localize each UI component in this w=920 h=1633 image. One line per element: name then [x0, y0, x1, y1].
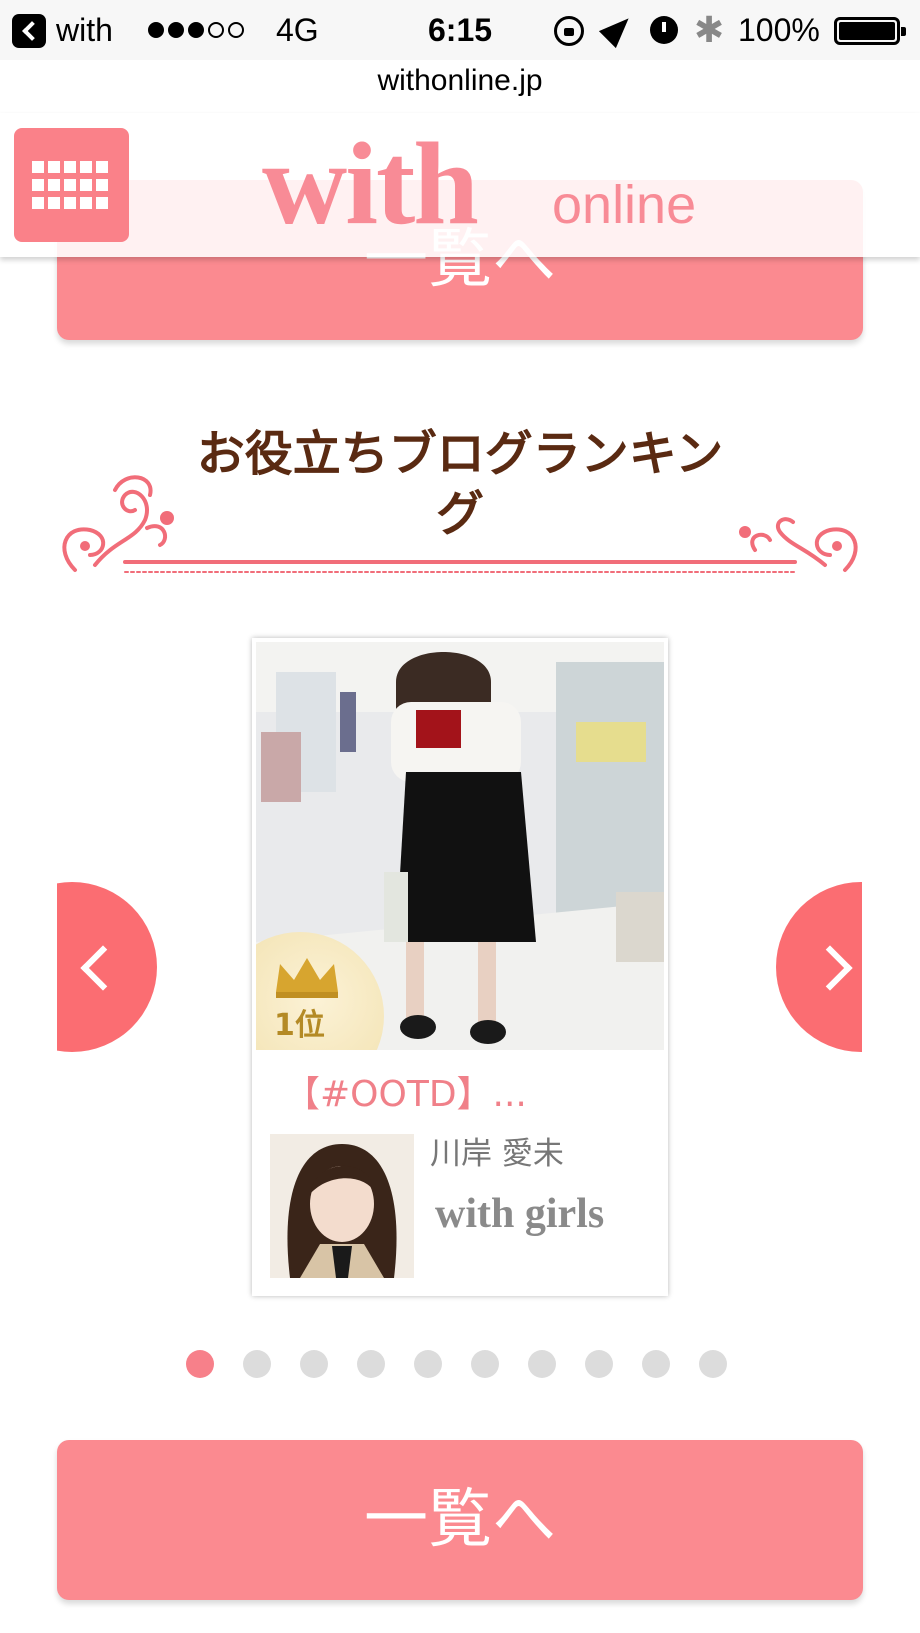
back-arrow-icon[interactable] [12, 14, 46, 48]
location-icon [598, 9, 638, 49]
carousel-pagination [186, 1350, 727, 1378]
blog-card[interactable]: 1位 【#OOTD】... 川岸 愛未 with girls [252, 638, 668, 1296]
carousel-next-button[interactable] [776, 882, 862, 1052]
rotation-lock-icon [554, 16, 584, 46]
page-dot[interactable] [186, 1350, 214, 1378]
carousel-prev-button[interactable] [57, 882, 157, 1052]
author-name[interactable]: 川岸 愛未 [430, 1134, 564, 1174]
page-dot[interactable] [585, 1350, 613, 1378]
author-avatar [270, 1134, 414, 1278]
author-brand: with girls [435, 1191, 605, 1237]
crown-icon [276, 958, 338, 998]
clock: 6:15 [428, 12, 493, 48]
page-dot[interactable] [642, 1350, 670, 1378]
site-header: with online [0, 113, 920, 257]
list-button-bottom[interactable]: 一覧へ [57, 1440, 863, 1600]
bluetooth-icon: ✱ [694, 9, 725, 50]
status-bar: with 4G 6:15 ✱ 100% [0, 0, 920, 60]
page-dot[interactable] [528, 1350, 556, 1378]
page-dot[interactable] [300, 1350, 328, 1378]
chevron-left-icon [80, 945, 126, 991]
signal-icon [148, 22, 244, 38]
author-avatar-image [270, 1134, 414, 1278]
battery-percent: 100% [738, 12, 820, 48]
network-label: 4G [276, 12, 319, 48]
back-app-label[interactable]: with [56, 10, 113, 50]
alarm-icon [650, 16, 678, 44]
address-bar-url[interactable]: withonline.jp [0, 60, 920, 102]
ornament-divider [62, 475, 858, 573]
carousel-prev-clip [57, 882, 157, 1052]
menu-button[interactable] [14, 128, 129, 242]
page-dot[interactable] [471, 1350, 499, 1378]
blog-title[interactable]: 【#OOTD】... [284, 1072, 527, 1118]
site-logo[interactable]: with [262, 125, 479, 243]
site-logo-sub: online [552, 175, 697, 235]
page-dot[interactable] [699, 1350, 727, 1378]
grid-icon [32, 161, 112, 209]
page-dot[interactable] [243, 1350, 271, 1378]
chevron-right-icon [807, 945, 853, 991]
page-dot[interactable] [357, 1350, 385, 1378]
page-dot[interactable] [414, 1350, 442, 1378]
carousel-next-clip [776, 882, 862, 1052]
blog-photo[interactable]: 1位 [256, 642, 664, 1050]
rank-label: 1位 [274, 1008, 325, 1043]
battery-icon [834, 17, 906, 45]
